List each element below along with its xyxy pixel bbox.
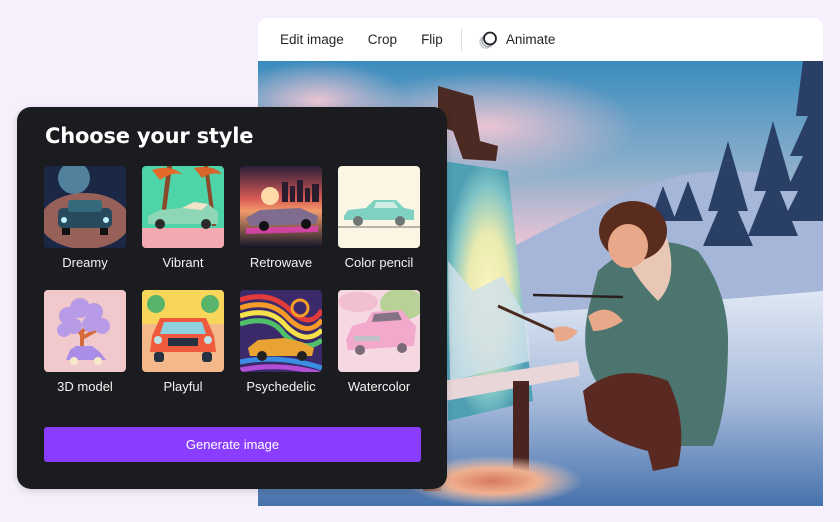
style-option-vibrant[interactable]: Vibrant <box>142 166 224 270</box>
style-label: Dreamy <box>62 255 108 270</box>
style-option-retrowave[interactable]: Retrowave <box>240 166 322 270</box>
style-label: Retrowave <box>249 255 313 270</box>
style-label: Playful <box>163 379 203 394</box>
style-grid: Dreamy Vibrant Retrowave Color pencil 3D… <box>44 166 422 394</box>
toolbar-divider <box>460 28 462 51</box>
animate-label: Animate <box>505 32 556 47</box>
crop-button[interactable]: Crop <box>368 32 397 47</box>
color-pencil-thumbnail <box>338 166 420 248</box>
psychedelic-thumbnail <box>240 290 322 372</box>
style-label: Psychedelic <box>246 379 316 394</box>
style-label: Vibrant <box>162 255 204 270</box>
style-option-playful[interactable]: Playful <box>142 290 224 394</box>
animate-icon <box>479 31 497 49</box>
panel-title: Choose your style <box>45 124 254 148</box>
flip-button[interactable]: Flip <box>421 32 443 47</box>
playful-thumbnail <box>142 290 224 372</box>
style-label: 3D model <box>57 379 113 394</box>
style-option-watercolor[interactable]: Watercolor <box>338 290 420 394</box>
generate-image-button[interactable]: Generate image <box>44 427 421 462</box>
style-option-dreamy[interactable]: Dreamy <box>44 166 126 270</box>
retrowave-thumbnail <box>240 166 322 248</box>
3d-model-thumbnail <box>44 290 126 372</box>
style-picker-panel: Choose your style Dreamy Vibrant Retrowa… <box>17 107 447 489</box>
style-option-color-pencil[interactable]: Color pencil <box>338 166 420 270</box>
dreamy-thumbnail <box>44 166 126 248</box>
vibrant-thumbnail <box>142 166 224 248</box>
style-option-psychedelic[interactable]: Psychedelic <box>240 290 322 394</box>
style-label: Watercolor <box>347 379 411 394</box>
style-option-3d-model[interactable]: 3D model <box>44 290 126 394</box>
animate-button[interactable]: Animate <box>478 31 556 49</box>
editor-toolbar: Edit image Crop Flip Animate <box>258 18 823 61</box>
edit-image-button[interactable]: Edit image <box>280 32 344 47</box>
style-label: Color pencil <box>344 255 414 270</box>
watercolor-thumbnail <box>338 290 420 372</box>
